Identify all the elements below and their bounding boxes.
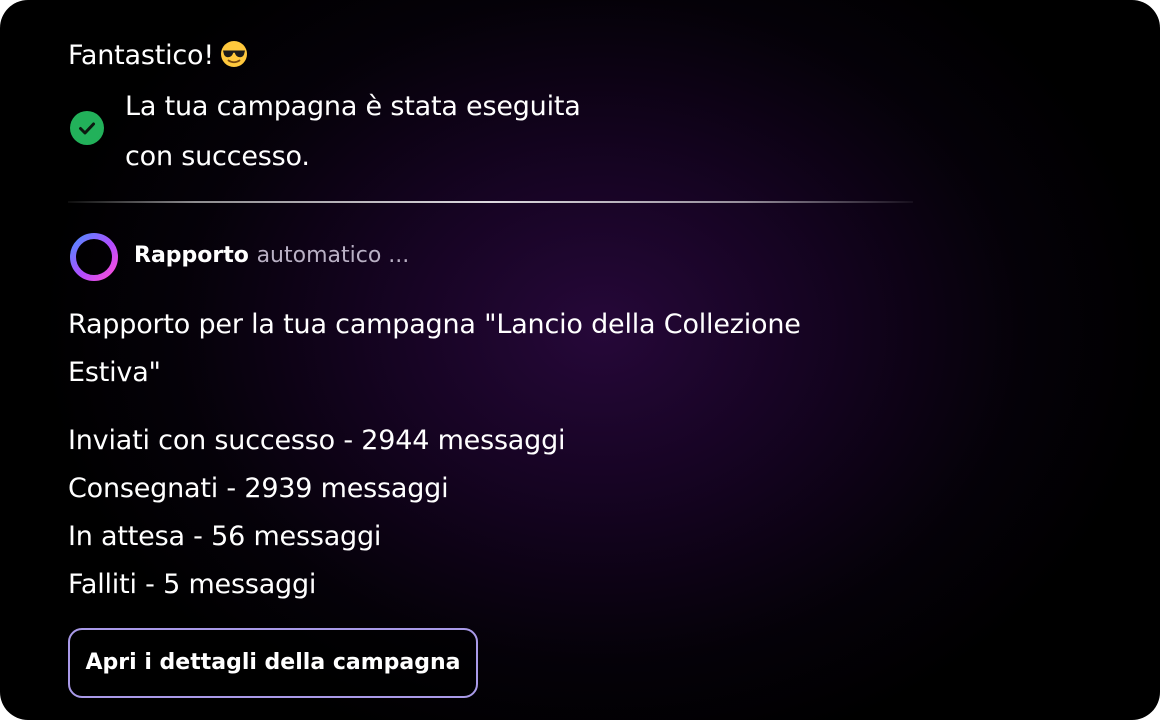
stat-delivered: Consegnati - 2939 messaggi xyxy=(68,473,449,504)
report-title-strong: Rapporto xyxy=(134,243,249,268)
campaign-result-card: Fantastico! La tua campagna è stata eseg… xyxy=(0,0,1160,720)
stats-list: Inviati con successo - 2944 messaggi Con… xyxy=(68,417,566,609)
success-message: La tua campagna è stata eseguita con suc… xyxy=(125,91,581,172)
gradient-ring-icon xyxy=(68,231,120,283)
greeting-text: Fantastico! xyxy=(68,40,214,71)
open-campaign-details-button[interactable]: Apri i dettagli della campagna xyxy=(68,628,478,698)
stat-failed: Falliti - 5 messaggi xyxy=(68,569,317,600)
greeting: Fantastico! xyxy=(68,36,248,80)
divider xyxy=(68,201,913,203)
stat-sent: Inviati con successo - 2944 messaggi xyxy=(68,425,566,456)
stat-pending: In attesa - 56 messaggi xyxy=(68,521,382,552)
sunglasses-emoji-icon xyxy=(220,40,248,80)
report-title-muted: automatico ... xyxy=(256,243,410,268)
check-circle-icon xyxy=(70,111,104,145)
report-title: Rapporto automatico ... xyxy=(134,241,409,271)
report-heading: Rapporto per la tua campagna "Lancio del… xyxy=(68,309,801,388)
